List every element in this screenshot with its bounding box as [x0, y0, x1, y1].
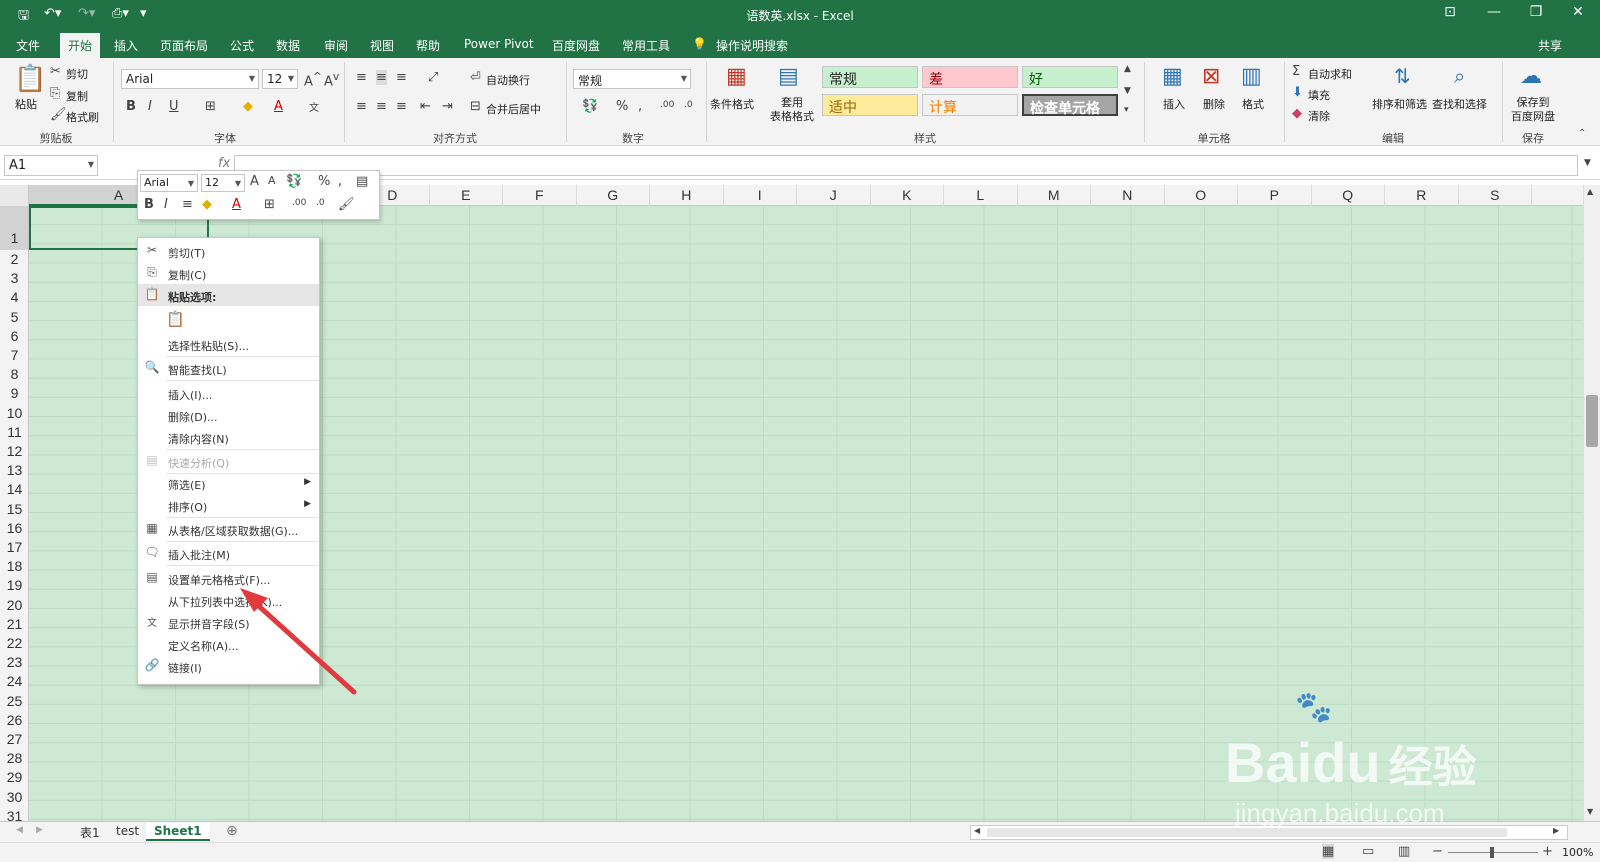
baidu-watermark: 🐾 Baidu 经验 jingyan.baidu.com	[1225, 690, 1525, 830]
watermark-cn: 经验	[1388, 743, 1477, 792]
watermark-brand: Baidu 经验	[1225, 730, 1477, 795]
watermark-brand-part1: Bai	[1225, 731, 1313, 794]
watermark-brand-part2: du	[1312, 731, 1381, 794]
watermark-url: jingyan.baidu.com	[1235, 798, 1445, 828]
paw-icon: 🐾	[1295, 690, 1333, 725]
